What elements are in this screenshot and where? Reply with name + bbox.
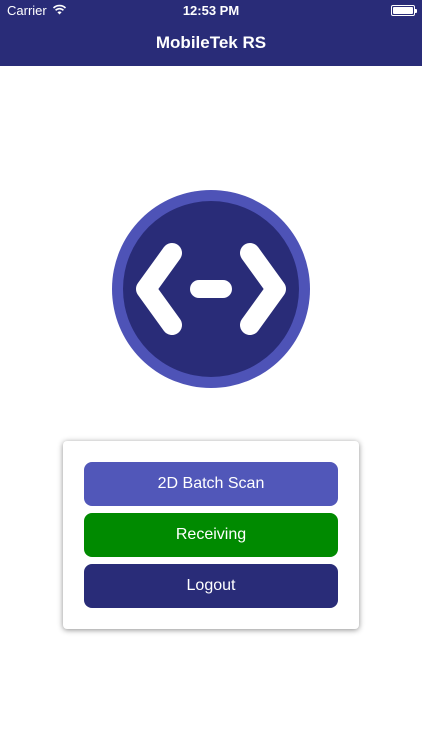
receiving-button[interactable]: Receiving [84,513,338,557]
battery-level [393,7,413,14]
status-time: 12:53 PM [182,3,240,18]
menu-card: 2D Batch Scan Receiving Logout [63,441,359,629]
battery-icon [391,5,417,16]
app-logo [112,190,310,388]
navigation-bar: Carrier 12:53 PM MobileTek RS [0,0,422,66]
page-title: MobileTek RS [155,33,267,52]
code-brackets-logo [112,190,310,388]
batch-scan-button[interactable]: 2D Batch Scan [84,462,338,506]
app-screen: Carrier 12:53 PM MobileTek RS 2D Batch S… [0,0,422,750]
logout-button[interactable]: Logout [84,564,338,608]
status-bar: Carrier 12:53 PM [0,0,422,22]
status-right [391,5,417,16]
